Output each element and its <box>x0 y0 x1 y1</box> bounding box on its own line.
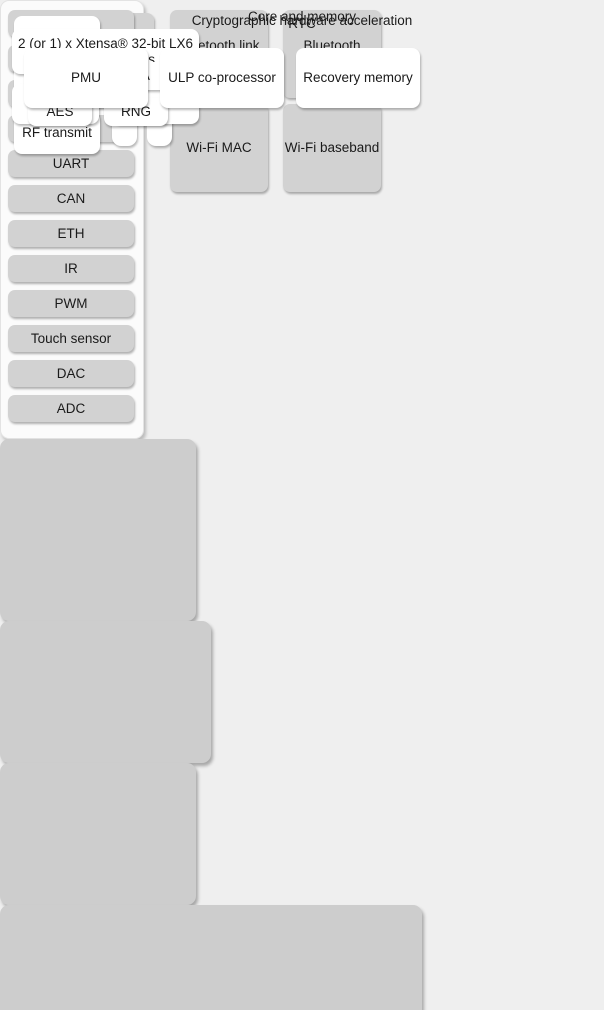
peripheral-uart: UART <box>8 150 134 177</box>
wifi-baseband-block: Wi-Fi baseband <box>283 104 381 192</box>
recovery-memory-block: Recovery memory <box>296 48 420 108</box>
rtc-caption: RTC <box>288 16 316 31</box>
peripheral-touch-sensor: Touch sensor <box>8 325 134 352</box>
core-and-memory-container: Core and memory 2 (or 1) x Xtensa® 32-bi… <box>0 9 356 763</box>
peripheral-can: CAN <box>8 185 134 212</box>
cryptographic-hardware-acceleration-container: Cryptographic hardware acceleration SHA … <box>0 13 412 905</box>
peripheral-ir: IR <box>8 255 134 282</box>
peripheral-pwm: PWM <box>8 290 134 317</box>
peripheral-dac: DAC <box>8 360 134 387</box>
ulp-coprocessor-block: ULP co-processor <box>160 48 284 108</box>
pmu-block: PMU <box>24 48 148 108</box>
peripheral-adc: ADC <box>8 395 134 422</box>
rtc-container: RTC PMU ULP co-processor Recovery memory <box>0 16 422 1010</box>
peripheral-eth: ETH <box>8 220 134 247</box>
rf-container: RF receive Clock generator RF transmit S… <box>0 16 196 621</box>
